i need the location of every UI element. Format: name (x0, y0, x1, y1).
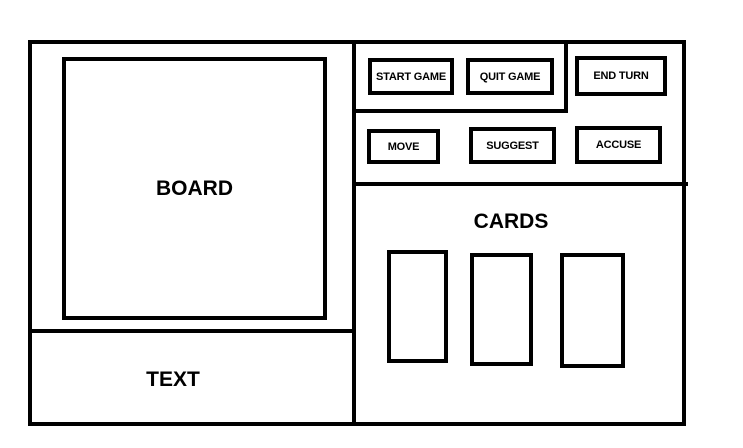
card-slot-2[interactable] (470, 253, 533, 366)
board-label: BOARD (156, 177, 233, 200)
text-panel-divider (28, 329, 354, 333)
control-row-divider (354, 109, 568, 113)
suggest-button[interactable]: SUGGEST (469, 127, 556, 164)
accuse-button[interactable]: ACCUSE (575, 126, 662, 164)
move-button[interactable]: MOVE (367, 129, 440, 164)
quit-game-button[interactable]: QUIT GAME (466, 58, 554, 95)
top-controls-divider (564, 40, 568, 111)
end-turn-button[interactable]: END TURN (575, 56, 667, 96)
cards-label: CARDS (473, 210, 549, 233)
text-panel-label: TEXT (146, 368, 200, 391)
start-game-button[interactable]: START GAME (368, 58, 454, 95)
card-slot-3[interactable] (560, 253, 625, 368)
cards-panel-divider (354, 182, 688, 186)
card-slot-1[interactable] (387, 250, 448, 363)
